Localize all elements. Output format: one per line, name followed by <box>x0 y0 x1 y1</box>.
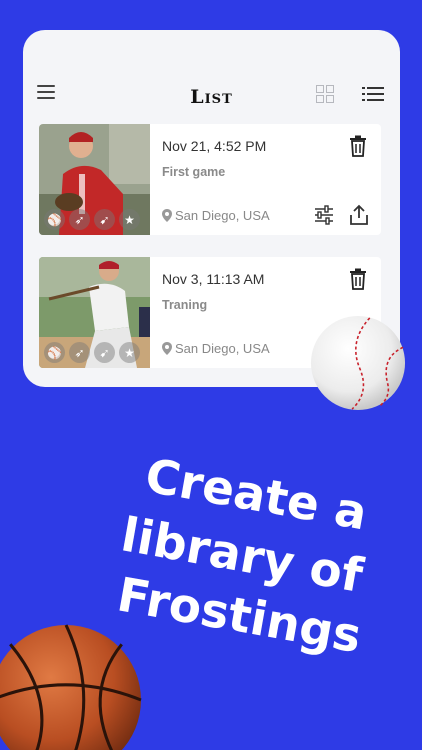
run-icon[interactable]: ➹ <box>94 209 115 230</box>
basketball-image <box>0 624 142 750</box>
swing-icon[interactable]: ➶ <box>69 342 90 363</box>
tagline-line-2: library of <box>117 507 367 604</box>
page-title: List <box>190 86 233 108</box>
item-date: Nov 3, 11:13 AM <box>162 271 265 287</box>
item-date: Nov 21, 4:52 PM <box>162 138 267 154</box>
swing-icon[interactable]: ➶ <box>69 209 90 230</box>
item-location: San Diego, USA <box>162 208 270 223</box>
baseball-image <box>310 315 406 411</box>
tagline-line-3: Frostings <box>113 567 366 665</box>
share-icon[interactable] <box>347 203 371 227</box>
trash-icon[interactable] <box>347 135 369 157</box>
run-icon[interactable]: ➹ <box>94 342 115 363</box>
tagline-line-1: Create a <box>141 448 372 542</box>
list-item[interactable]: ⚾ ➶ ➹ ★ Nov 21, 4:52 PM First game San D… <box>39 124 381 235</box>
item-label: Traning <box>162 298 208 312</box>
star-icon[interactable]: ★ <box>119 209 140 230</box>
batting-icon[interactable]: ⚾ <box>44 342 65 363</box>
batting-icon[interactable]: ⚾ <box>44 209 65 230</box>
video-thumbnail[interactable]: ⚾ ➶ ➹ ★ <box>39 124 150 235</box>
item-location-text: San Diego, USA <box>175 341 270 356</box>
item-location-text: San Diego, USA <box>175 208 270 223</box>
location-pin-icon <box>162 342 172 355</box>
location-pin-icon <box>162 209 172 222</box>
item-location: San Diego, USA <box>162 341 270 356</box>
video-thumbnail[interactable]: ⚾ ➶ ➹ ★ <box>39 257 150 368</box>
item-label: First game <box>162 165 226 179</box>
list-view-icon[interactable] <box>362 87 384 103</box>
trash-icon[interactable] <box>347 268 369 290</box>
star-icon[interactable]: ★ <box>119 342 140 363</box>
grid-view-icon[interactable] <box>316 85 336 105</box>
sliders-icon[interactable] <box>313 204 335 226</box>
